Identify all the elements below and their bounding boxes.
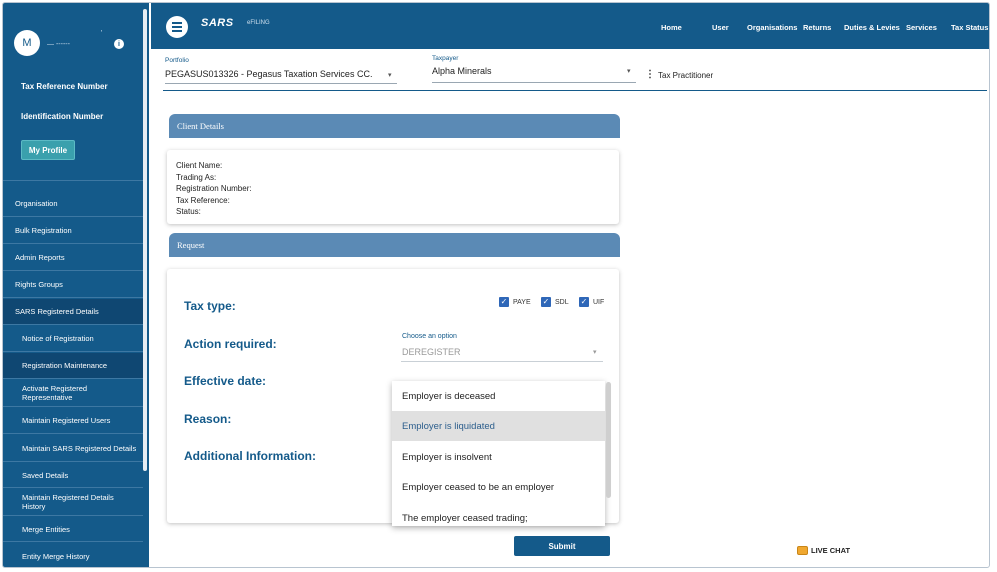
menu-icon[interactable] [166, 16, 188, 38]
tax-type-label: Tax type: [184, 299, 236, 313]
tax-reference-field-label: Tax Reference: [176, 195, 230, 205]
live-chat-button[interactable]: LIVE CHAT [797, 546, 850, 555]
action-select-label: Choose an option [402, 333, 457, 340]
top-navigation-bar: SARS eFILING Home User Organisations Ret… [151, 3, 989, 49]
sidebar-item-saved-details[interactable]: Saved Details [3, 463, 143, 488]
sidebar-item-entity-merge-history[interactable]: Entity Merge History [3, 543, 143, 567]
check-icon: ✓ [579, 297, 589, 307]
taxpayer-underline [432, 82, 636, 83]
sidebar-item-notice-of-registration[interactable]: Notice of Registration [3, 326, 143, 352]
sidebar-item-activate-registered-representative[interactable]: Activate Registered Representative [3, 380, 143, 407]
action-underline [401, 361, 603, 362]
app-frame: M — ------ ' i Tax Reference Number Iden… [2, 2, 990, 568]
nav-home[interactable]: Home [661, 23, 682, 32]
sidebar-item-maintain-sars-registered-details[interactable]: Maintain SARS Registered Details [3, 435, 143, 462]
reason-option-liquidated[interactable]: Employer is liquidated [392, 411, 605, 441]
my-profile-button[interactable]: My Profile [21, 140, 75, 160]
nav-organisations[interactable]: Organisations [747, 23, 797, 32]
nav-tax-status[interactable]: Tax Status [951, 23, 988, 32]
request-header: Request [169, 233, 620, 257]
efiling-logo: eFILING [247, 20, 270, 26]
taxpayer-label: Taxpayer [432, 55, 459, 62]
portfolio-label: Portfolio [165, 57, 189, 64]
sars-logo: SARS [201, 17, 234, 29]
info-icon[interactable]: i [114, 39, 124, 49]
identification-label: Identification Number [21, 112, 104, 121]
portfolio-underline [165, 83, 397, 84]
action-select[interactable]: DEREGISTER [402, 347, 461, 357]
nav-returns[interactable]: Returns [803, 23, 831, 32]
portfolio-chevron-down-icon[interactable]: ▾ [388, 71, 392, 79]
more-options-icon[interactable]: ⋮ [645, 69, 655, 80]
sdl-label: SDL [555, 298, 569, 306]
sdl-checkbox[interactable]: ✓ SDL [541, 297, 569, 307]
sidebar-item-bulk-registration[interactable]: Bulk Registration [3, 218, 143, 244]
effective-date-label: Effective date: [184, 374, 267, 388]
reason-label: Reason: [184, 412, 232, 426]
sidebar-item-maintain-registered-details-history[interactable]: Maintain Registered Details History [3, 489, 143, 516]
header-divider [163, 90, 987, 91]
reason-option-ceased-trading[interactable]: The employer ceased trading; [392, 503, 605, 526]
uif-label: UIF [593, 298, 605, 306]
additional-information-label: Additional Information: [184, 449, 316, 463]
reason-option-insolvent[interactable]: Employer is insolvent [392, 442, 605, 472]
sidebar-item-rights-groups[interactable]: Rights Groups [3, 272, 143, 298]
action-required-label: Action required: [184, 337, 277, 351]
submit-button[interactable]: Submit [514, 536, 610, 556]
tax-reference-label: Tax Reference Number [21, 82, 108, 91]
paye-checkbox[interactable]: ✓ PAYE [499, 297, 531, 307]
paye-label: PAYE [513, 298, 531, 306]
sidebar-scrollbar[interactable] [143, 9, 147, 471]
check-icon: ✓ [541, 297, 551, 307]
chat-icon [797, 546, 808, 555]
sidebar-item-organisation[interactable]: Organisation [3, 191, 143, 217]
role-label: Tax Practitioner [658, 71, 714, 80]
live-chat-label: LIVE CHAT [811, 546, 851, 555]
dropdown-scrollbar[interactable] [606, 382, 611, 498]
sidebar-item-maintain-registered-users[interactable]: Maintain Registered Users [3, 408, 143, 434]
nav-duties-levies[interactable]: Duties & Levies [844, 23, 900, 32]
portfolio-select[interactable]: PEGASUS013326 - Pegasus Taxation Service… [165, 69, 372, 79]
reason-option-ceased-employer[interactable]: Employer ceased to be an employer [392, 472, 605, 502]
sidebar-item-registration-maintenance[interactable]: Registration Maintenance [3, 353, 143, 379]
username: — ------ [47, 41, 70, 48]
sidebar-item-sars-registered-details[interactable]: SARS Registered Details [3, 299, 143, 325]
sidebar-divider [3, 180, 143, 181]
client-details-header: Client Details [169, 114, 620, 138]
trading-as-label: Trading As: [176, 172, 217, 182]
reason-dropdown[interactable]: Employer is deceased Employer is liquida… [392, 381, 605, 526]
status-label: Status: [176, 207, 201, 216]
user-mark: ' [101, 30, 103, 37]
taxpayer-select[interactable]: Alpha Minerals [432, 66, 492, 76]
sidebar-item-merge-entities[interactable]: Merge Entities [3, 517, 143, 542]
registration-number-label: Registration Number: [176, 184, 252, 193]
uif-checkbox[interactable]: ✓ UIF [579, 297, 604, 307]
reason-option-deceased[interactable]: Employer is deceased [392, 381, 605, 411]
sidebar-item-admin-reports[interactable]: Admin Reports [3, 245, 143, 271]
taxpayer-chevron-down-icon[interactable]: ▾ [627, 67, 631, 75]
check-icon: ✓ [499, 297, 509, 307]
action-chevron-down-icon[interactable]: ▾ [593, 348, 597, 356]
avatar[interactable]: M [14, 30, 40, 56]
client-name-label: Client Name: [176, 161, 223, 170]
nav-user[interactable]: User [712, 23, 729, 32]
nav-services[interactable]: Services [906, 23, 937, 32]
client-details-fields: Client Name: Trading As: Registration Nu… [176, 160, 252, 218]
sidebar: M — ------ ' i Tax Reference Number Iden… [3, 3, 149, 567]
